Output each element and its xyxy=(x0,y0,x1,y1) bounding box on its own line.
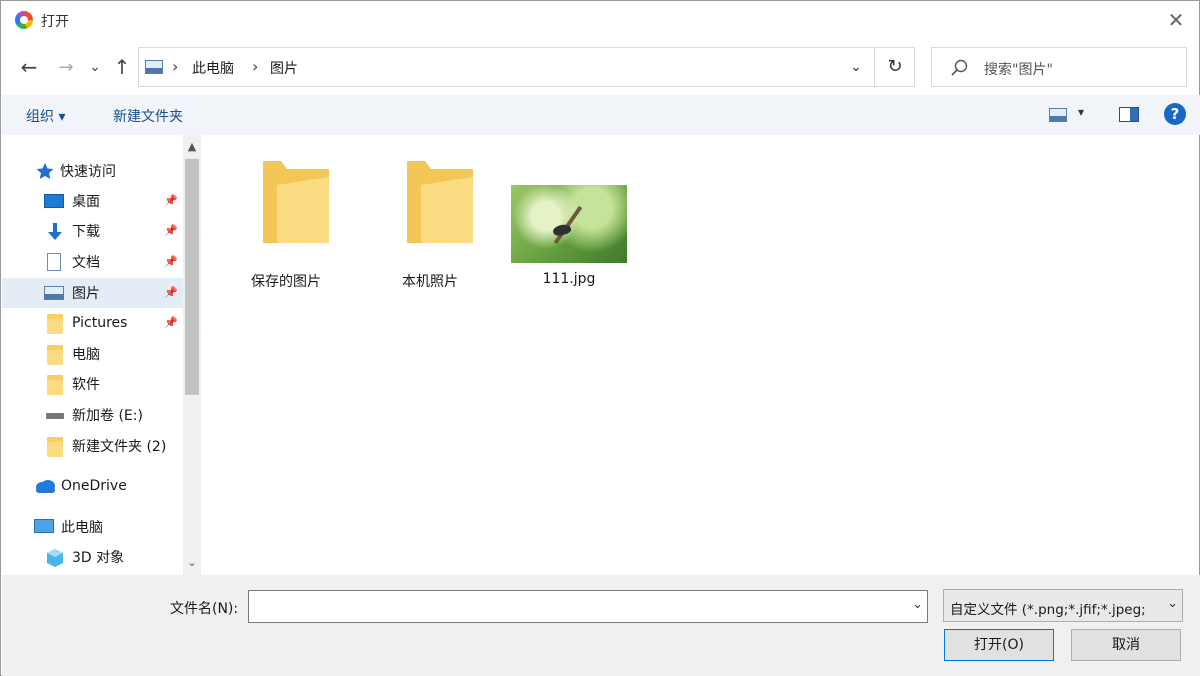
filename-input[interactable]: ⌄ xyxy=(248,590,928,623)
sidebar-item-label: 文档 xyxy=(72,255,100,271)
image-thumbnail xyxy=(511,185,627,263)
desktop-icon xyxy=(44,194,64,208)
sidebar-item-this-pc[interactable]: 此电脑 xyxy=(2,512,183,542)
filetype-select[interactable]: 自定义文件 (*.png;*.jfif;*.jpeg; ⌄ xyxy=(943,589,1183,622)
sidebar-item-label: 新建文件夹 (2) xyxy=(72,439,167,455)
computer-icon xyxy=(34,519,54,533)
breadcrumb-pictures[interactable]: 图片 xyxy=(270,58,298,78)
command-bar: 组织 ▾ 新建文件夹 ▾ ? xyxy=(2,95,1200,135)
sidebar-item-pictures[interactable]: 图片 📌 xyxy=(2,278,183,308)
folder-icon xyxy=(407,161,473,243)
app-logo-icon xyxy=(15,11,33,29)
refresh-button[interactable]: ↻ xyxy=(874,48,915,86)
search-input[interactable]: 搜索"图片" xyxy=(984,59,1053,79)
star-icon xyxy=(36,163,54,179)
scroll-up-button[interactable]: ▲ xyxy=(183,135,201,159)
dialog-footer: 文件名(N): ⌄ 自定义文件 (*.png;*.jfif;*.jpeg; ⌄ … xyxy=(2,575,1200,676)
sidebar-item-3d-objects[interactable]: 3D 对象 xyxy=(2,542,183,572)
bird-shape xyxy=(552,222,572,238)
chevron-down-icon[interactable]: ⌄ xyxy=(912,597,923,612)
file-list: 保存的图片 本机照片 111.jpg xyxy=(201,135,1199,575)
sidebar-item-onedrive[interactable]: OneDrive xyxy=(2,471,183,501)
pictures-icon xyxy=(44,286,64,300)
pin-icon: 📌 xyxy=(164,224,178,237)
organize-button[interactable]: 组织 ▾ xyxy=(26,106,65,126)
back-button[interactable]: ← xyxy=(15,45,43,89)
sidebar-item-label: 3D 对象 xyxy=(72,550,125,566)
recent-locations-button[interactable]: ⌄ xyxy=(85,45,105,89)
file-name: 本机照片 xyxy=(402,274,458,290)
drive-icon xyxy=(46,413,64,419)
breadcrumb-separator[interactable]: › xyxy=(252,57,258,76)
sidebar-item-pictures-folder[interactable]: Pictures 📌 xyxy=(2,308,183,338)
scroll-down-button[interactable]: ⌄ xyxy=(183,551,201,575)
sidebar-item-label: 快速访问 xyxy=(60,164,116,180)
folder-icon xyxy=(47,314,63,334)
folder-icon xyxy=(263,161,329,243)
close-button[interactable]: ✕ xyxy=(1163,7,1189,33)
preview-pane-icon[interactable] xyxy=(1119,107,1139,122)
file-item-111-jpg[interactable]: 111.jpg xyxy=(511,135,641,287)
scroll-thumb[interactable] xyxy=(185,159,199,395)
sidebar-item-new-folder-2[interactable]: 新建文件夹 (2) xyxy=(2,431,183,461)
cancel-button[interactable]: 取消 xyxy=(1071,629,1181,661)
filename-label: 文件名(N): xyxy=(170,601,239,617)
sidebar-item-label: 软件 xyxy=(72,377,100,393)
sidebar-item-label: Pictures xyxy=(72,315,128,331)
chevron-down-icon: ⌄ xyxy=(1167,596,1178,611)
forward-button[interactable]: → xyxy=(53,45,79,89)
folder-icon xyxy=(47,437,63,457)
sidebar-item-label: 此电脑 xyxy=(61,520,103,536)
title-bar: 打开 ✕ xyxy=(1,1,1199,39)
breadcrumb-this-pc[interactable]: 此电脑 xyxy=(192,58,234,78)
sidebar-item-computer-folder[interactable]: 电脑 xyxy=(2,339,183,369)
help-icon[interactable]: ? xyxy=(1164,103,1186,125)
up-button[interactable]: ↑ xyxy=(109,45,135,89)
filetype-value: 自定义文件 (*.png;*.jfif;*.jpeg; xyxy=(950,602,1146,618)
file-item-local-photos[interactable]: 本机照片 xyxy=(365,135,495,290)
sidebar-item-documents[interactable]: 文档 📌 xyxy=(2,247,183,277)
view-options-chevron-icon[interactable]: ▾ xyxy=(1078,105,1084,119)
new-folder-button[interactable]: 新建文件夹 xyxy=(113,106,183,126)
file-item-saved-pictures[interactable]: 保存的图片 xyxy=(221,135,351,290)
open-file-dialog: 打开 ✕ ← → ⌄ ↑ › 此电脑 › 图片 ⌄ ↻ 搜索"图片" 组织 ▾ … xyxy=(0,0,1200,676)
pin-icon: 📌 xyxy=(164,316,178,329)
pin-icon: 📌 xyxy=(164,255,178,268)
document-icon xyxy=(47,253,61,271)
sidebar-item-label: 下载 xyxy=(72,224,100,240)
sidebar-item-label: OneDrive xyxy=(61,478,127,494)
folder-icon xyxy=(47,345,63,365)
change-view-icon[interactable] xyxy=(1049,108,1067,122)
cube-icon xyxy=(47,549,63,567)
cloud-icon xyxy=(36,480,55,493)
sidebar-item-desktop[interactable]: 桌面 📌 xyxy=(2,186,183,216)
pictures-location-icon xyxy=(145,60,163,74)
sidebar-item-label: 图片 xyxy=(72,286,100,302)
address-bar[interactable]: › 此电脑 › 图片 ⌄ ↻ xyxy=(138,47,915,87)
sidebar-item-downloads[interactable]: 下载 📌 xyxy=(2,216,183,246)
sidebar-item-label: 新加卷 (E:) xyxy=(72,408,143,424)
sidebar-scrollbar[interactable]: ▲ ⌄ xyxy=(183,135,201,575)
sidebar-item-drive-e[interactable]: 新加卷 (E:) xyxy=(2,400,183,430)
address-dropdown-button[interactable]: ⌄ xyxy=(839,48,873,86)
open-button[interactable]: 打开(O) xyxy=(944,629,1054,661)
file-name: 保存的图片 xyxy=(251,274,321,290)
sidebar-item-software-folder[interactable]: 软件 xyxy=(2,369,183,399)
pin-icon: 📌 xyxy=(164,194,178,207)
pin-icon: 📌 xyxy=(164,286,178,299)
download-icon xyxy=(48,223,62,240)
navigation-pane: 快速访问 桌面 📌 下载 📌 文档 📌 图片 📌 Pictures 📌 电脑 软… xyxy=(2,135,201,575)
sidebar-item-quick-access[interactable]: 快速访问 xyxy=(2,156,183,186)
search-icon xyxy=(951,59,968,76)
dialog-title: 打开 xyxy=(41,14,69,30)
file-name: 111.jpg xyxy=(542,271,596,287)
search-box[interactable]: 搜索"图片" xyxy=(931,47,1187,87)
sidebar-item-label: 桌面 xyxy=(72,194,100,210)
folder-icon xyxy=(47,375,63,395)
navigation-bar: ← → ⌄ ↑ › 此电脑 › 图片 ⌄ ↻ 搜索"图片" xyxy=(1,45,1199,89)
breadcrumb-separator[interactable]: › xyxy=(172,57,178,76)
sidebar-item-label: 电脑 xyxy=(72,347,100,363)
